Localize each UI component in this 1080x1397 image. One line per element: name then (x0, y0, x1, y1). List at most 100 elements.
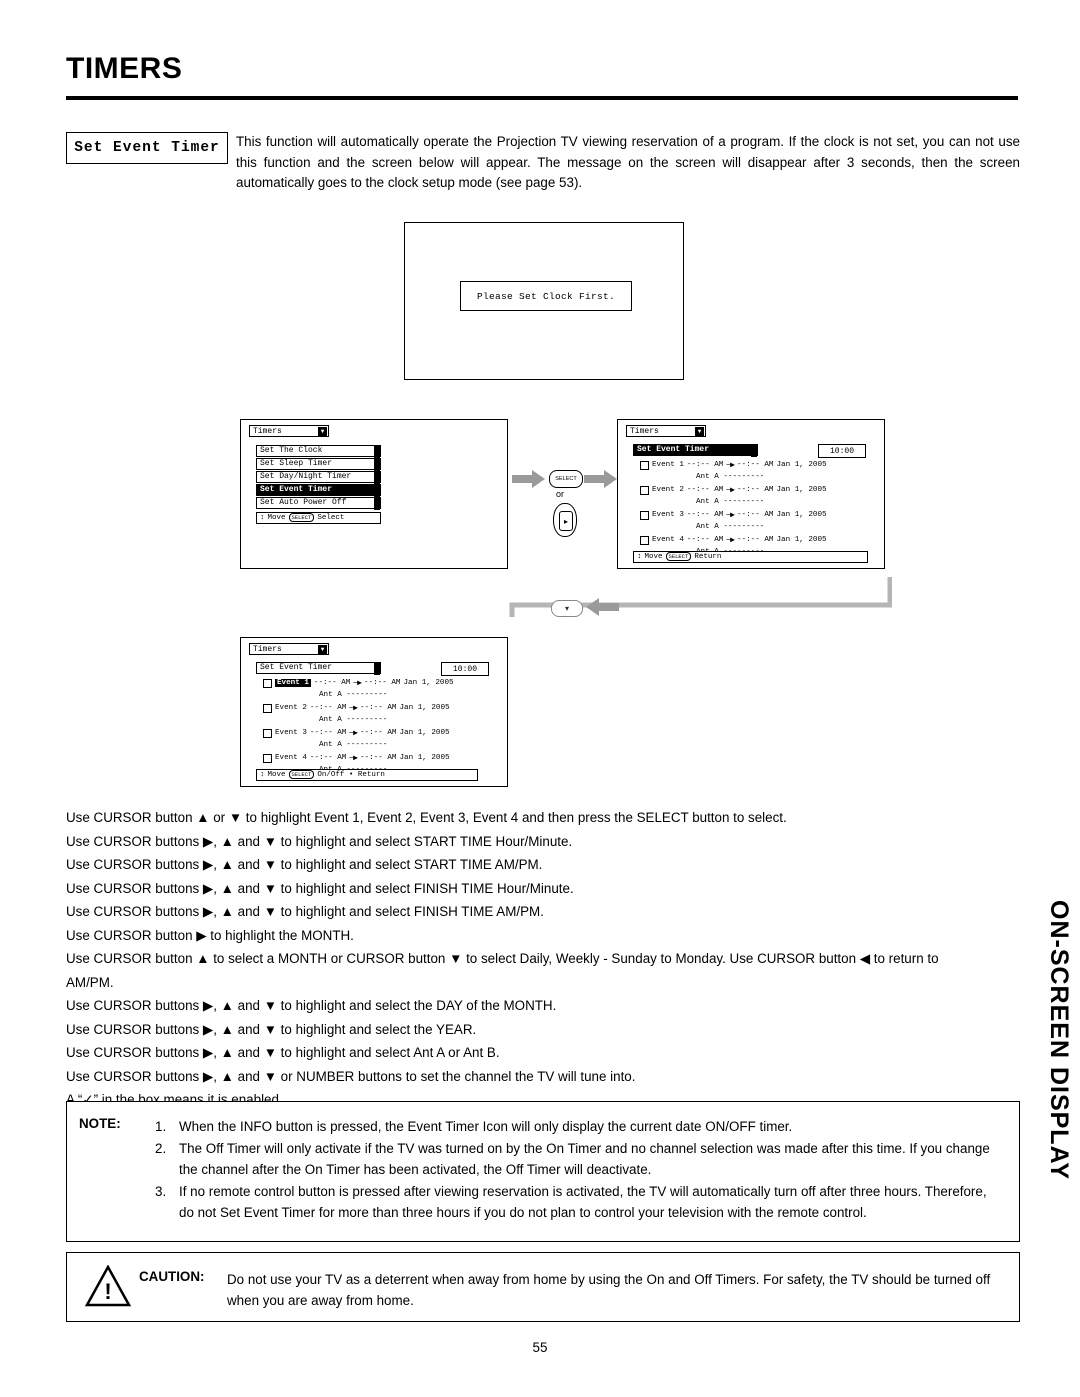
footer-move-label: Move (267, 770, 286, 779)
instruction-line: Use CURSOR buttons ▶, ▲ and ▼ to highlig… (66, 833, 573, 849)
menu-marker (374, 485, 380, 497)
caution-text: Do not use your TV as a deterrent when a… (227, 1272, 991, 1308)
instruction-line: Use CURSOR buttons ▶, ▲ and ▼ to highlig… (66, 1045, 500, 1060)
instruction-line: Use CURSOR buttons ▶, ▲ and ▼ to highlig… (66, 857, 543, 872)
cursor-down-button-icon[interactable]: ▾ (551, 600, 583, 617)
checkbox-icon[interactable] (640, 535, 649, 545)
updown-icon: ↕ (637, 552, 642, 561)
updown-icon: ↕ (260, 770, 265, 779)
instruction-line: Use CURSOR button ▲ to select a MONTH or… (66, 951, 939, 990)
note-item: 2. The Off Timer will only activate if t… (155, 1138, 1003, 1180)
event-row-selected[interactable]: Event 1 --:-- AM ─▶ --:-- AM Jan 1, 2005 (263, 678, 454, 688)
event-name: Event 4 (652, 536, 684, 544)
event-name: Event 1 (652, 461, 684, 469)
menu-marker (374, 663, 380, 675)
warning-triangle-icon: ! (85, 1265, 131, 1307)
checkbox-icon[interactable] (640, 485, 649, 495)
footer-action-label: On/Off • Return (317, 770, 385, 779)
clock-message-box: Please Set Clock First. (460, 281, 632, 311)
event-date: Jan 1, 2005 (776, 511, 827, 519)
osd-menu-tab: Timers ▼ (626, 425, 706, 437)
event-row[interactable]: Event 3 --:-- AM ─▶ --:-- AM Jan 1, 2005 (263, 728, 450, 738)
event-name: Event 1 (275, 679, 311, 687)
menu-item-set-day-night-timer[interactable]: Set Day/Night Timer (256, 471, 381, 484)
note-items: 1. When the INFO button is pressed, the … (155, 1116, 1003, 1224)
checkbox-icon[interactable] (263, 678, 272, 688)
note-label: NOTE: (79, 1116, 121, 1131)
checkbox-icon[interactable] (263, 703, 272, 713)
event-list-header-label: Set Event Timer (637, 445, 710, 455)
event-row[interactable]: Event 4 --:-- AM ─▶ --:-- AM Jan 1, 2005 (640, 535, 827, 545)
menu-item-set-auto-power-off[interactable]: Set Auto Power Off (256, 497, 381, 510)
menu-marker (374, 446, 380, 458)
cursor-pad-icon[interactable]: ▸ (553, 503, 577, 537)
select-button-icon[interactable]: SELECT (549, 470, 583, 488)
event-finish-time: --:-- AM (737, 486, 774, 494)
instruction-line: Use CURSOR buttons ▶, ▲ and ▼ to highlig… (66, 1021, 477, 1037)
event-row[interactable]: Event 2 --:-- AM ─▶ --:-- AM Jan 1, 2005 (640, 485, 827, 495)
event-date: Jan 1, 2005 (776, 536, 827, 544)
arrow-right-icon: ─▶ (349, 704, 358, 713)
event-row[interactable]: Event 4 --:-- AM ─▶ --:-- AM Jan 1, 2005 (263, 753, 450, 763)
event-row[interactable]: Event 1 --:-- AM ─▶ --:-- AM Jan 1, 2005 (640, 460, 827, 470)
event-antenna: Ant A --------- (319, 691, 388, 699)
event-list-header-row[interactable]: Set Event Timer (256, 662, 381, 675)
checkbox-icon[interactable] (263, 728, 272, 738)
menu-marker (374, 459, 380, 471)
footer-action-label: Return (694, 552, 722, 561)
instruction-line: Use CURSOR buttons ▶, ▲ and ▼ to highlig… (66, 998, 557, 1013)
menu-marker (374, 472, 380, 484)
osd-event-footer: ↕ Move SELECT On/Off • Return (256, 769, 478, 781)
select-badge: SELECT (665, 552, 692, 562)
menu-item-set-the-clock[interactable]: Set The Clock (256, 445, 381, 458)
note-item: 1. When the INFO button is pressed, the … (155, 1116, 1003, 1137)
event-name: Event 4 (275, 754, 307, 762)
event-date: Jan 1, 2005 (399, 754, 450, 762)
event-date: Jan 1, 2005 (399, 704, 450, 712)
event-finish-time: --:-- AM (737, 536, 774, 544)
footer-select-label: Select (317, 513, 345, 522)
event-start-time: --:-- AM (686, 486, 724, 494)
page-title: TIMERS (66, 52, 183, 85)
event-list-header-label: Set Event Timer (260, 663, 333, 673)
event-finish-time: --:-- AM (360, 729, 397, 737)
or-label: or (556, 489, 565, 499)
page-number: 55 (532, 1340, 548, 1355)
clock-display: 10:00 (441, 662, 489, 676)
osd-menu-tab: Timers ▼ (249, 425, 329, 437)
event-list-header-row[interactable]: Set Event Timer (633, 444, 758, 457)
cursor-pad-glyph: ▸ (559, 511, 573, 531)
caution-box: ! CAUTION: Do not use your TV as a deter… (66, 1252, 1020, 1322)
svg-text:!: ! (104, 1279, 111, 1304)
chevron-down-icon: ▼ (695, 427, 704, 436)
event-start-time: --:-- AM (309, 704, 347, 712)
event-finish-time: --:-- AM (737, 461, 774, 469)
menu-item-label: Set The Clock (260, 446, 323, 456)
osd-menu-tab: Timers ▼ (249, 643, 329, 655)
arrow-right-icon: ─▶ (349, 754, 358, 763)
menu-item-set-event-timer[interactable]: Set Event Timer (256, 484, 381, 497)
checkbox-icon[interactable] (640, 460, 649, 470)
clock-display: 10:00 (818, 444, 866, 458)
osd-event-footer: ↕ Move SELECT Return (633, 551, 868, 563)
event-finish-time: --:-- AM (737, 511, 774, 519)
checkbox-icon[interactable] (263, 753, 272, 763)
event-row[interactable]: Event 2 --:-- AM ─▶ --:-- AM Jan 1, 2005 (263, 703, 450, 713)
event-start-time: --:-- AM (686, 536, 724, 544)
instruction-line: Use CURSOR buttons ▶, ▲ and ▼ to highlig… (66, 904, 544, 919)
set-event-timer-label: Set Event Timer (66, 132, 228, 164)
flow-arrow-return (509, 577, 892, 617)
instruction-line: Use CURSOR button ▲ or ▼ to highlight Ev… (66, 810, 787, 825)
event-row[interactable]: Event 3 --:-- AM ─▶ --:-- AM Jan 1, 2005 (640, 510, 827, 520)
note-number: 1. (155, 1119, 167, 1134)
event-start-time: --:-- AM (686, 511, 724, 519)
checkbox-icon[interactable] (640, 510, 649, 520)
osd-timers-menu: Timers ▼ Set The Clock Set Sleep Timer S… (240, 419, 508, 569)
footer-move-label: Move (267, 513, 286, 522)
menu-marker (751, 445, 757, 457)
note-item: 3. If no remote control button is presse… (155, 1181, 1003, 1223)
menu-item-set-sleep-timer[interactable]: Set Sleep Timer (256, 458, 381, 471)
event-name: Event 3 (652, 511, 684, 519)
event-start-time: --:-- AM (313, 679, 351, 687)
arrow-right-icon: ─▶ (726, 511, 735, 520)
